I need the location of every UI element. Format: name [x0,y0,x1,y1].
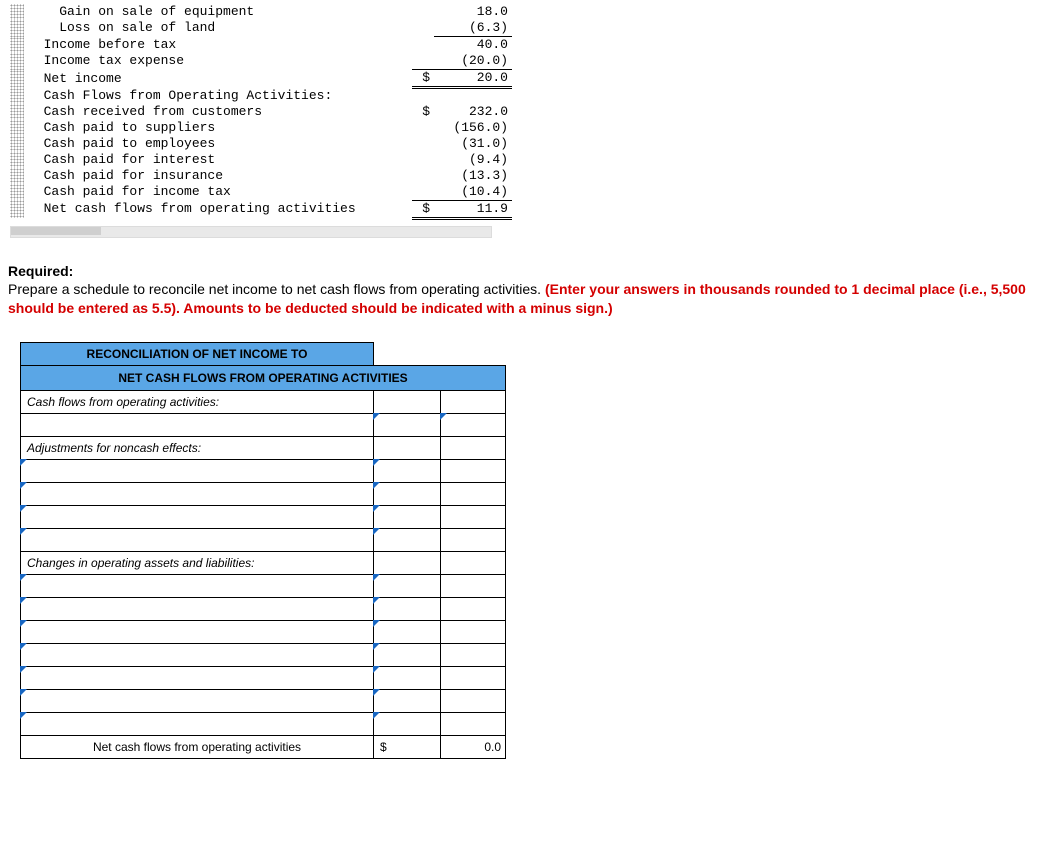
ws-input-cell[interactable] [374,483,441,506]
fs-sym [412,168,434,184]
fs-val: (6.3) [434,20,512,37]
fs-label: Net income [24,70,412,88]
ws-title-2: NET CASH FLOWS FROM OPERATING ACTIVITIES [21,366,506,391]
fs-val: 20.0 [434,70,512,88]
required-text: Prepare a schedule to reconcile net inco… [8,281,545,297]
fs-val [434,88,512,104]
ws-input-cell[interactable] [21,529,374,552]
ws-input-cell[interactable] [374,644,441,667]
fs-sym [412,20,434,37]
ws-cell [21,414,374,437]
ws-input-cell[interactable] [374,690,441,713]
fs-label: Gain on sale of equipment [24,4,412,20]
fs-label: Cash paid to employees [24,136,412,152]
fs-sym [412,136,434,152]
ws-cell [441,621,506,644]
fs-val: (31.0) [434,136,512,152]
ws-total-sym: $ [374,736,441,759]
fs-label: Cash paid to suppliers [24,120,412,136]
ws-input-cell[interactable] [21,644,374,667]
ws-cell [441,483,506,506]
ws-input-cell[interactable] [374,713,441,736]
ws-cell [374,391,441,414]
fs-val: (13.3) [434,168,512,184]
fs-val: (156.0) [434,120,512,136]
fs-label: Cash paid for interest [24,152,412,168]
required-heading: Required: [8,263,73,279]
horizontal-scrollbar[interactable] [10,226,492,238]
ws-input-cell[interactable] [21,506,374,529]
ws-cell [441,460,506,483]
fs-label: Cash paid for income tax [24,184,412,201]
fs-val: 232.0 [434,104,512,120]
fs-sym [412,4,434,20]
ws-input-cell[interactable] [374,414,441,437]
ws-input-cell[interactable] [374,575,441,598]
ws-input-cell[interactable] [374,598,441,621]
financial-statement: Gain on sale of equipment 18.0 Loss on sa… [10,4,1060,220]
ws-section-adjustments: Adjustments for noncash effects: [21,437,374,460]
fs-sym [412,37,434,54]
reconciliation-worksheet: RECONCILIATION OF NET INCOME TO NET CASH… [20,342,506,759]
fs-val: 40.0 [434,37,512,54]
ws-cell [441,529,506,552]
ws-input-cell[interactable] [21,483,374,506]
ws-title-1: RECONCILIATION OF NET INCOME TO [21,343,374,366]
fs-sym: $ [412,70,434,88]
ws-cell [374,552,441,575]
ws-cell [441,598,506,621]
fs-sym [412,88,434,104]
ws-cell [441,552,506,575]
fs-val: (10.4) [434,184,512,201]
ws-input-cell[interactable] [21,621,374,644]
fs-sym [412,120,434,136]
ws-input-cell[interactable] [374,667,441,690]
ws-cell [374,437,441,460]
fs-sym: $ [412,104,434,120]
ws-cell [441,506,506,529]
fs-label: Cash paid for insurance [24,168,412,184]
ws-total-label: Net cash flows from operating activities [21,736,374,759]
fs-label: Loss on sale of land [24,20,412,37]
ws-total-val: 0.0 [441,736,506,759]
fs-val: 18.0 [434,4,512,20]
ws-cell [441,713,506,736]
fs-label: Cash received from customers [24,104,412,120]
ws-cell [441,667,506,690]
scrollbar-thumb[interactable] [11,227,101,235]
ws-input-cell[interactable] [21,667,374,690]
ws-input-cell[interactable] [21,575,374,598]
fs-val: (9.4) [434,152,512,168]
fs-label: Income tax expense [24,53,412,70]
ws-input-cell[interactable] [374,529,441,552]
ws-cell [441,690,506,713]
ws-section-changes: Changes in operating assets and liabilit… [21,552,374,575]
fs-label: Cash Flows from Operating Activities: [24,88,412,104]
required-block: Required: Prepare a schedule to reconcil… [8,262,1060,319]
ws-cell [441,644,506,667]
fs-sym [412,152,434,168]
ws-cell [441,437,506,460]
ws-input-cell[interactable] [374,621,441,644]
ws-section-operating: Cash flows from operating activities: [21,391,374,414]
ws-input-cell[interactable] [21,460,374,483]
ws-input-cell[interactable] [374,506,441,529]
ws-input-cell[interactable] [441,414,506,437]
ws-input-cell[interactable] [21,690,374,713]
ws-input-cell[interactable] [21,598,374,621]
fs-val: (20.0) [434,53,512,70]
ws-cell [441,391,506,414]
ws-cell [441,575,506,598]
fs-sym [412,184,434,201]
fs-label: Net cash flows from operating activities [24,200,412,218]
fs-val: 11.9 [434,200,512,218]
ws-input-cell[interactable] [374,460,441,483]
ws-input-cell[interactable] [21,713,374,736]
fs-sym [412,53,434,70]
fs-label: Income before tax [24,37,412,54]
fs-sym: $ [412,200,434,218]
